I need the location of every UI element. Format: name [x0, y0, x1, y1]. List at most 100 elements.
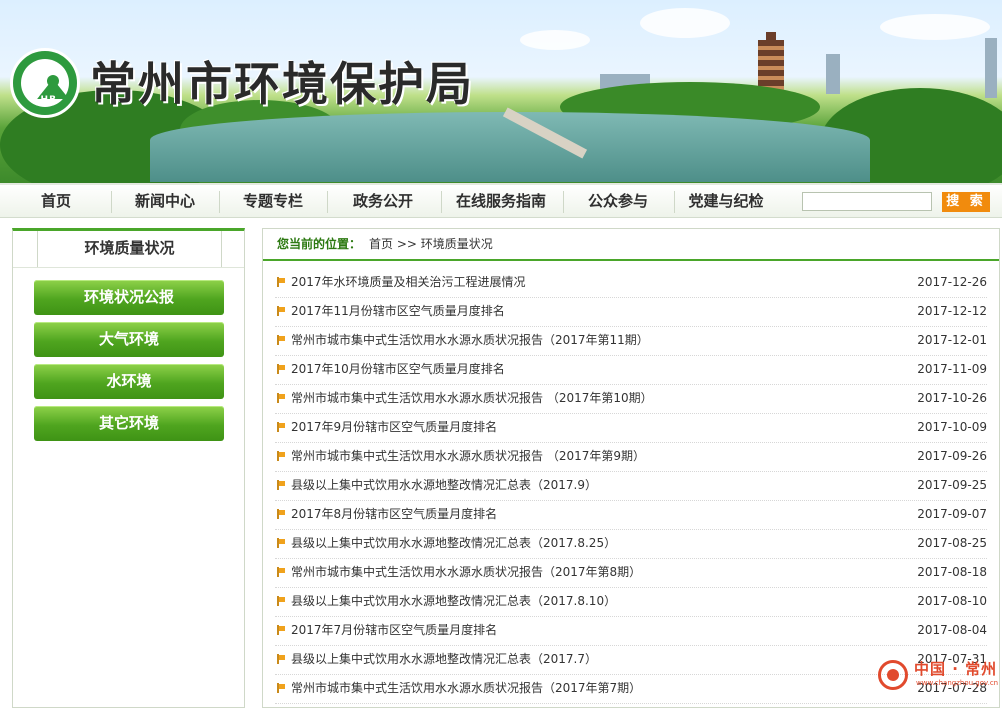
article-title[interactable]: 2017年10月份辖市区空气质量月度排名: [291, 355, 505, 384]
article-title[interactable]: 2017年8月份辖市区空气质量月度排名: [291, 500, 497, 529]
article-date: 2017-12-26: [917, 275, 987, 289]
article-title[interactable]: 县级以上集中式饮用水水源地整改情况汇总表（2017.8.10）: [291, 587, 616, 616]
flag-icon: [277, 451, 285, 461]
article-date: 2017-08-10: [917, 594, 987, 608]
nav-divider: [674, 191, 675, 213]
logo-text: ZHB: [33, 95, 57, 105]
main-nav: 首页 新闻中心 专题专栏 政务公开 在线服务指南 公众参与 党建与纪检 搜 索: [0, 183, 1002, 218]
nav-item-online-service[interactable]: 在线服务指南: [446, 185, 556, 218]
nav-divider: [563, 191, 564, 213]
article-title[interactable]: 常州市城市集中式生活饮用水水源水质状况报告（2017年第7期）: [291, 674, 641, 703]
flag-cloth: [279, 423, 285, 428]
nav-divider: [219, 191, 220, 213]
site-title: 常州市环境保护局: [90, 57, 474, 111]
banner-cloud: [520, 30, 590, 50]
flag-icon: [277, 306, 285, 316]
sidebar-heading: 环境质量状况: [37, 231, 222, 267]
list-item[interactable]: 常州市城市集中式生活饮用水水源水质状况报告 （2017年第9期） 2017-09-…: [275, 442, 987, 472]
article-title[interactable]: 2017年7月份辖市区空气质量月度排名: [291, 616, 497, 645]
banner-lake: [150, 112, 870, 182]
search-button[interactable]: 搜 索: [942, 192, 990, 212]
flag-icon: [277, 683, 285, 693]
nav-item-government[interactable]: 政务公开: [332, 185, 434, 218]
article-title[interactable]: 2017年11月份辖市区空气质量月度排名: [291, 297, 505, 326]
sidebar-item-air[interactable]: 大气环境: [34, 322, 224, 357]
article-date: 2017-08-25: [917, 536, 987, 550]
nav-divider: [111, 191, 112, 213]
flag-icon: [277, 625, 285, 635]
list-item[interactable]: 2017年11月份辖市区空气质量月度排名 2017-12-12: [275, 297, 987, 327]
banner-cloud: [880, 14, 990, 40]
flag-icon: [277, 277, 285, 287]
changzhou-watermark: 中国 · 常州 www.changzhou.gov.cn: [878, 658, 1000, 698]
list-item[interactable]: 县级以上集中式饮用水水源地整改情况汇总表（2017.8.10） 2017-08-1…: [275, 587, 987, 617]
article-title[interactable]: 常州市城市集中式生活饮用水水源水质状况报告（2017年第8期）: [291, 558, 641, 587]
flag-cloth: [279, 539, 285, 544]
nav-item-topics[interactable]: 专题专栏: [224, 185, 322, 218]
flag-cloth: [279, 278, 285, 283]
sidebar-item-environment-bulletin[interactable]: 环境状况公报: [34, 280, 224, 315]
article-date: 2017-08-18: [917, 565, 987, 579]
article-title[interactable]: 2017年水环境质量及相关治污工程进展情况: [291, 268, 526, 297]
nav-item-participation[interactable]: 公众参与: [568, 185, 668, 218]
article-title[interactable]: 县级以上集中式饮用水水源地整改情况汇总表（2017.9）: [291, 471, 597, 500]
flag-icon: [277, 596, 285, 606]
article-date: 2017-09-26: [917, 449, 987, 463]
list-item[interactable]: 县级以上集中式饮用水水源地整改情况汇总表（2017.8.25） 2017-08-2…: [275, 529, 987, 559]
flag-cloth: [279, 626, 285, 631]
flag-icon: [277, 335, 285, 345]
article-title[interactable]: 常州市城市集中式生活饮用水水源水质状况报告（2017年第11期）: [291, 326, 649, 355]
nav-divider: [441, 191, 442, 213]
flag-cloth: [279, 307, 285, 312]
list-item[interactable]: 县级以上集中式饮用水水源地整改情况汇总表（2017.9） 2017-09-25: [275, 471, 987, 501]
flag-cloth: [279, 481, 285, 486]
flag-icon: [277, 422, 285, 432]
banner-building: [985, 38, 997, 98]
header-banner: ZHB 常州市环境保护局: [0, 0, 1002, 183]
flag-cloth: [279, 655, 285, 660]
flag-cloth: [279, 568, 285, 573]
article-date: 2017-12-01: [917, 333, 987, 347]
list-item[interactable]: 2017年10月份辖市区空气质量月度排名 2017-11-09: [275, 355, 987, 385]
nav-divider: [327, 191, 328, 213]
sidebar-item-water[interactable]: 水环境: [34, 364, 224, 399]
article-panel: 您当前的位置： 首页 >> 环境质量状况 2017年水环境质量及相关治污工程进展…: [262, 228, 1000, 708]
nav-item-party[interactable]: 党建与纪检: [678, 185, 774, 218]
article-date: 2017-09-07: [917, 507, 987, 521]
nav-item-news[interactable]: 新闻中心: [116, 185, 214, 218]
article-title[interactable]: 县级以上集中式饮用水水源地整改情况汇总表（2017.7）: [291, 645, 597, 674]
site-logo[interactable]: ZHB: [10, 48, 80, 118]
list-item[interactable]: 常州市城市集中式生活饮用水水源水质状况报告（2017年第11期） 2017-12-…: [275, 326, 987, 356]
nav-item-home[interactable]: 首页: [14, 185, 98, 218]
list-item[interactable]: 常州市城市集中式生活饮用水水源水质状况报告（2017年第8期） 2017-08-1…: [275, 558, 987, 588]
article-title[interactable]: 常州市城市集中式生活饮用水水源水质状况报告 （2017年第9期）: [291, 442, 645, 471]
list-item[interactable]: 2017年8月份辖市区空气质量月度排名 2017-09-07: [275, 500, 987, 530]
article-date: 2017-11-09: [917, 362, 987, 376]
list-item[interactable]: 常州市城市集中式生活饮用水水源水质状况报告 （2017年第10期） 2017-10…: [275, 384, 987, 414]
flag-icon: [277, 480, 285, 490]
article-title[interactable]: 常州市城市集中式生活饮用水水源水质状况报告 （2017年第10期）: [291, 384, 653, 413]
flag-cloth: [279, 597, 285, 602]
list-item[interactable]: 2017年水环境质量及相关治污工程进展情况 2017-12-26: [275, 268, 987, 298]
flag-icon: [277, 654, 285, 664]
flag-cloth: [279, 365, 285, 370]
flag-icon: [277, 364, 285, 374]
sidebar-divider: [13, 267, 244, 268]
sidebar-item-other[interactable]: 其它环境: [34, 406, 224, 441]
flag-cloth: [279, 336, 285, 341]
flag-icon: [277, 509, 285, 519]
article-title[interactable]: 2017年9月份辖市区空气质量月度排名: [291, 413, 497, 442]
flag-cloth: [279, 452, 285, 457]
breadcrumb-label: 您当前的位置：: [277, 237, 362, 251]
search-input[interactable]: [802, 192, 932, 211]
article-date: 2017-10-09: [917, 420, 987, 434]
list-item[interactable]: 2017年9月份辖市区空气质量月度排名 2017-10-09: [275, 413, 987, 443]
banner-cloud: [640, 8, 730, 38]
flag-icon: [277, 393, 285, 403]
watermark-text: 中国 · 常州: [914, 660, 998, 678]
list-item[interactable]: 2017年7月份辖市区空气质量月度排名 2017-08-04: [275, 616, 987, 646]
article-title[interactable]: 县级以上集中式饮用水水源地整改情况汇总表（2017.8.25）: [291, 529, 616, 558]
breadcrumb-path[interactable]: 首页 >> 环境质量状况: [369, 229, 493, 259]
banner-building: [826, 54, 840, 94]
article-date: 2017-09-25: [917, 478, 987, 492]
